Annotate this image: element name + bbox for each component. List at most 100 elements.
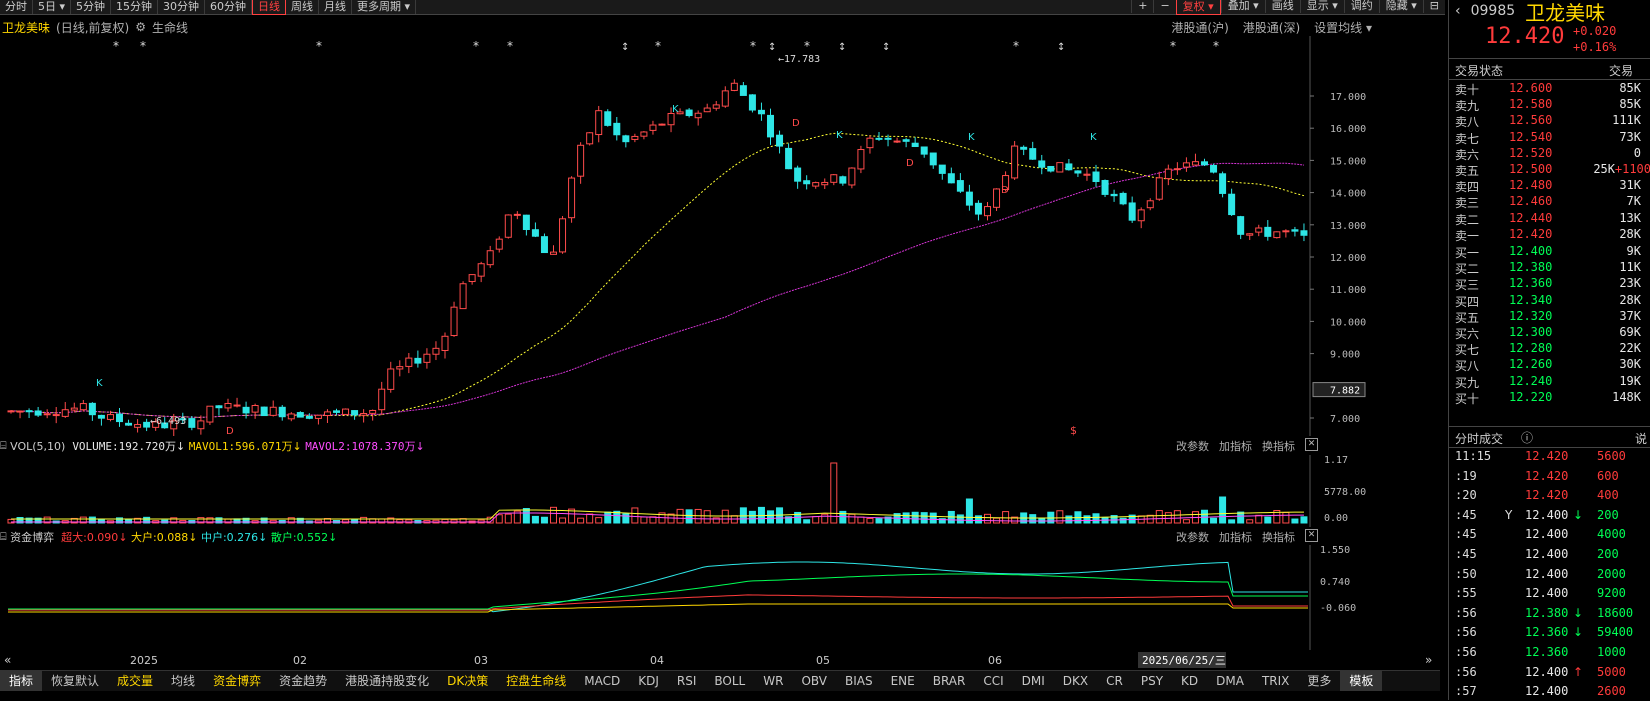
indicator-tab[interactable]: 资金趋势: [270, 671, 336, 691]
candle-body: [1047, 165, 1055, 172]
bid-row[interactable]: 买二 12.380 11K: [1449, 260, 1650, 277]
bid-row[interactable]: 买七 12.280 22K: [1449, 341, 1650, 358]
indicator-tab[interactable]: DKX: [1054, 671, 1097, 691]
draw-line-button[interactable]: 画线: [1264, 0, 1300, 13]
period-monthly[interactable]: 月线: [319, 0, 353, 14]
period-weekly[interactable]: 周线: [286, 0, 320, 14]
bid-row[interactable]: 买六 12.300 69K: [1449, 325, 1650, 342]
hk-connect-sh-button[interactable]: 港股通(沪): [1171, 19, 1228, 36]
collapse-button[interactable]: ⊟: [1422, 0, 1445, 13]
indicator-tab[interactable]: MACD: [575, 671, 629, 691]
tick-time: :55: [1455, 586, 1477, 601]
fund-flow-chart[interactable]: 1.550 0.740 -0.060: [0, 545, 1378, 650]
period-5min[interactable]: 5分钟: [71, 0, 112, 14]
indicator-tab[interactable]: 港股通持股变化: [336, 671, 438, 691]
fund-add-indicator[interactable]: 加指标: [1219, 529, 1252, 545]
zoom-in-button[interactable]: +: [1131, 0, 1153, 13]
display-button[interactable]: 显示 ▾: [1299, 0, 1344, 13]
bid-row[interactable]: 买九 12.240 19K: [1449, 374, 1650, 391]
indicator-tab[interactable]: 指标: [0, 671, 43, 691]
fund-close-icon[interactable]: ✕: [1305, 529, 1318, 542]
indicator-tab[interactable]: RSI: [668, 671, 706, 691]
expand-icon[interactable]: ⌸: [0, 530, 7, 544]
indicator-tab[interactable]: BIAS: [836, 671, 882, 691]
indicator-tab[interactable]: KD: [1172, 671, 1207, 691]
gear-icon[interactable]: ⚙: [135, 20, 146, 34]
bid-row[interactable]: 买五 12.320 37K: [1449, 309, 1650, 326]
ask-row[interactable]: 卖三 12.460 7K: [1449, 194, 1650, 211]
indicator-tab[interactable]: DMI: [1013, 671, 1054, 691]
indicator-tab[interactable]: 成交量: [108, 671, 162, 691]
candle: [360, 409, 368, 423]
vol-switch-indicator[interactable]: 换指标: [1262, 438, 1295, 454]
candle: [1228, 188, 1236, 216]
ask-row[interactable]: 卖十 12.600 85K: [1449, 81, 1650, 98]
indicator-tab[interactable]: PSY: [1132, 671, 1172, 691]
date-tick-label: 02: [293, 654, 307, 667]
period-60min[interactable]: 60分钟: [205, 0, 253, 14]
candle-body: [1228, 193, 1236, 216]
scroll-right-icon[interactable]: »: [1425, 653, 1432, 667]
indicator-tab[interactable]: 更多: [1298, 671, 1340, 691]
candle-body: [251, 405, 259, 413]
indicator-tab[interactable]: OBV: [792, 671, 836, 691]
indicator-tab[interactable]: BRAR: [924, 671, 975, 691]
vol-add-indicator[interactable]: 加指标: [1219, 438, 1252, 454]
indicator-tab[interactable]: 均线: [162, 671, 204, 691]
period-15min[interactable]: 15分钟: [111, 0, 159, 14]
period-fenshi[interactable]: 分时: [0, 0, 33, 14]
ask-row[interactable]: 卖六 12.520 0: [1449, 146, 1650, 163]
set-ma-button[interactable]: 设置均线 ▾: [1314, 19, 1372, 36]
indicator-tab[interactable]: TRIX: [1253, 671, 1298, 691]
expand-icon[interactable]: ⌸: [0, 439, 7, 453]
bid-row[interactable]: 买三 12.360 23K: [1449, 276, 1650, 293]
bid-row[interactable]: 买四 12.340 28K: [1449, 293, 1650, 310]
ask-row[interactable]: 卖一 12.420 28K: [1449, 227, 1650, 244]
indicator-tab[interactable]: ENE: [882, 671, 924, 691]
period-daily[interactable]: 日线: [252, 0, 287, 15]
bid-row[interactable]: 买十 12.220 148K: [1449, 390, 1650, 407]
indicator-tab[interactable]: 模板: [1340, 671, 1383, 691]
vol-close-icon[interactable]: ✕: [1305, 438, 1318, 451]
indicator-tab[interactable]: 控盘生命线: [497, 671, 575, 691]
ask-row[interactable]: 卖八 12.560 111K: [1449, 113, 1650, 130]
period-5day[interactable]: 5日 ▾: [33, 0, 72, 14]
candle: [206, 405, 214, 425]
restore-rights-button[interactable]: 复权 ▾: [1175, 0, 1221, 15]
last-price: 12.420: [1485, 24, 1565, 49]
indicator-tab[interactable]: WR: [754, 671, 792, 691]
fund-switch-indicator[interactable]: 换指标: [1262, 529, 1295, 545]
info-icon[interactable]: ⓘ: [1521, 429, 1533, 446]
ask-row[interactable]: 卖二 12.440 13K: [1449, 211, 1650, 228]
candle: [1173, 162, 1181, 175]
volume-chart[interactable]: 1.17 5778.00 0.00: [0, 455, 1378, 527]
bid-row[interactable]: 买一 12.400 9K: [1449, 244, 1650, 261]
indicator-tab[interactable]: CR: [1097, 671, 1132, 691]
ask-row[interactable]: 卖五 12.500 25K +1100: [1449, 162, 1650, 179]
indicator-tab[interactable]: KDJ: [629, 671, 668, 691]
zoom-out-button[interactable]: −: [1153, 0, 1175, 13]
hide-button[interactable]: 隐藏 ▾: [1378, 0, 1423, 13]
indicator-tab[interactable]: DK决策: [438, 671, 497, 691]
indicator-tab[interactable]: 资金博弈: [204, 671, 270, 691]
overlay-button[interactable]: 叠加 ▾: [1220, 0, 1265, 13]
hk-connect-sz-button[interactable]: 港股通(深): [1243, 19, 1300, 36]
ask-row[interactable]: 卖七 12.540 73K: [1449, 130, 1650, 147]
candle: [540, 233, 548, 254]
candlestick-chart[interactable]: * * * * * * * * * * *↕ ↕ ↕ ↕ ↕KKK K KDDDD$←17.783←6.493 …: [0, 36, 1378, 436]
indicator-tab[interactable]: BOLL: [705, 671, 754, 691]
indicator-tab[interactable]: CCI: [974, 671, 1012, 691]
ask-row[interactable]: 卖四 12.480 31K: [1449, 178, 1650, 195]
indicator-tab[interactable]: DMA: [1207, 671, 1253, 691]
indicator-name[interactable]: 生命线: [152, 19, 188, 36]
bid-row[interactable]: 买八 12.260 30K: [1449, 357, 1650, 374]
indicator-tab[interactable]: 恢复默认: [42, 671, 108, 691]
back-icon[interactable]: ‹: [1455, 3, 1461, 19]
period-30min[interactable]: 30分钟: [158, 0, 206, 14]
period-more[interactable]: 更多周期 ▾: [352, 0, 417, 14]
fund-modify-params[interactable]: 改参数: [1176, 529, 1209, 545]
ask-row[interactable]: 卖九 12.580 85K: [1449, 97, 1650, 114]
vol-modify-params[interactable]: 改参数: [1176, 438, 1209, 454]
scroll-left-icon[interactable]: «: [4, 653, 11, 667]
adjust-button[interactable]: 调约: [1343, 0, 1379, 13]
